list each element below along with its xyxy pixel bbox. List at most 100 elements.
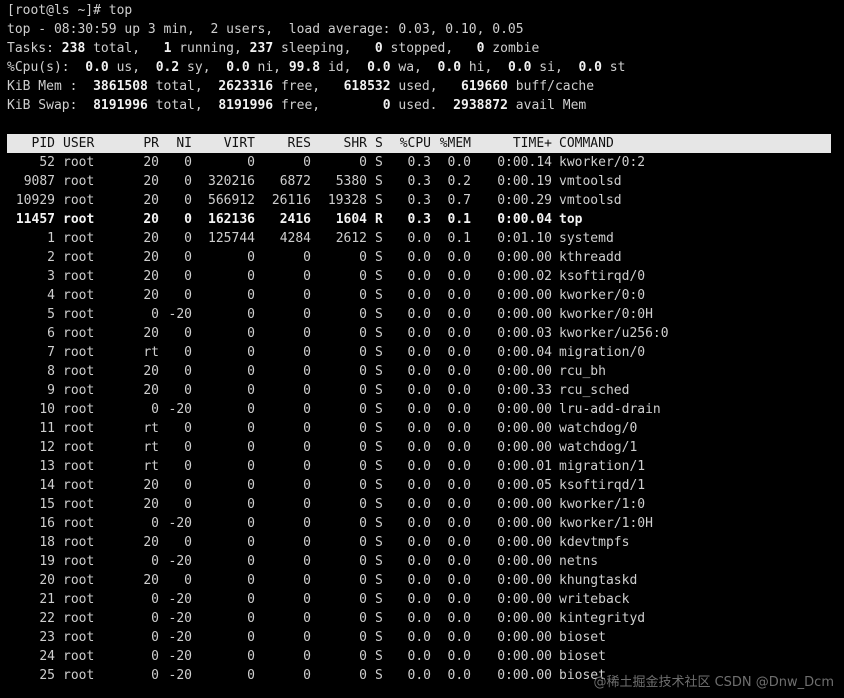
process-s: S <box>375 155 383 170</box>
process-ni: 0 <box>184 250 192 265</box>
process-s: S <box>375 535 383 550</box>
column-header-row: PID USER PR NI VIRT RES SHR S %CPU %MEM … <box>0 134 844 153</box>
process-virt: 0 <box>247 668 255 683</box>
col-pr: PR <box>143 136 159 151</box>
process-pr: rt <box>143 459 159 474</box>
process-cpu: 0.0 <box>407 326 431 341</box>
process-time: 0:00.00 <box>497 440 552 455</box>
process-shr: 0 <box>359 250 367 265</box>
process-command: rcu_sched <box>559 383 630 398</box>
process-row: 52 root 20 0 0 0 0 S 0.3 0.0 0:00.14 kworker/0:2 <box>0 153 844 172</box>
process-ni: 0 <box>184 478 192 493</box>
process-command: rcu_bh <box>559 364 606 379</box>
process-row: 13 root rt 0 0 0 0 S 0.0 0.0 0:00.01 migration/1 <box>0 457 844 476</box>
process-user: root <box>63 611 95 626</box>
process-pr: 20 <box>143 250 159 265</box>
process-user: root <box>63 250 95 265</box>
process-user: root <box>63 288 95 303</box>
process-command: kintegrityd <box>559 611 646 626</box>
process-pid: 23 <box>39 630 55 645</box>
process-pr: 20 <box>143 193 159 208</box>
process-pr: 20 <box>143 155 159 170</box>
process-row: 11457 root 20 0 162136 2416 1604 R 0.3 0.1 0:00.04… <box>0 210 844 229</box>
process-user: root <box>63 668 95 683</box>
process-pid: 4 <box>47 288 55 303</box>
process-ni: 0 <box>184 383 192 398</box>
process-time: 0:00.29 <box>497 193 552 208</box>
col-command: COMMAND <box>559 136 614 151</box>
process-command: ksoftirqd/1 <box>559 478 646 493</box>
process-res: 0 <box>303 478 311 493</box>
process-mem: 0.0 <box>447 307 471 322</box>
process-res: 0 <box>303 307 311 322</box>
process-time: 0:00.00 <box>497 516 552 531</box>
process-user: root <box>63 307 95 322</box>
process-pid: 6 <box>47 326 55 341</box>
process-s: S <box>375 649 383 664</box>
col-res: RES <box>287 136 311 151</box>
process-time: 0:00.00 <box>497 364 552 379</box>
process-virt: 0 <box>247 611 255 626</box>
process-cpu: 0.0 <box>407 250 431 265</box>
process-pid: 19 <box>39 554 55 569</box>
cpu-line: %Cpu(s): 0.0 us, 0.2 sy, 0.0 ni, 99.8 id… <box>7 60 626 75</box>
process-mem: 0.0 <box>447 364 471 379</box>
process-time: 0:01.10 <box>497 231 552 246</box>
process-shr: 2612 <box>335 231 367 246</box>
process-res: 26116 <box>271 193 311 208</box>
tasks-line: Tasks: 238 total, 1 running, 237 sleepin… <box>7 41 540 56</box>
process-res: 0 <box>303 573 311 588</box>
process-ni: -20 <box>168 402 192 417</box>
process-mem: 0.1 <box>447 212 471 227</box>
process-cpu: 0.0 <box>407 497 431 512</box>
process-s: S <box>375 231 383 246</box>
process-shr: 0 <box>359 554 367 569</box>
process-ni: 0 <box>184 155 192 170</box>
process-s: S <box>375 516 383 531</box>
col-user: USER <box>63 136 95 151</box>
process-pid: 15 <box>39 497 55 512</box>
process-ni: -20 <box>168 554 192 569</box>
process-time: 0:00.00 <box>497 402 552 417</box>
process-pid: 10929 <box>15 193 55 208</box>
process-user: root <box>63 421 95 436</box>
process-s: S <box>375 440 383 455</box>
process-row: 14 root 20 0 0 0 0 S 0.0 0.0 0:00.05 ksoftirqd/1 <box>0 476 844 495</box>
process-res: 0 <box>303 668 311 683</box>
process-shr: 0 <box>359 288 367 303</box>
process-ni: 0 <box>184 212 192 227</box>
process-mem: 0.7 <box>447 193 471 208</box>
process-ni: 0 <box>184 535 192 550</box>
process-time: 0:00.00 <box>497 611 552 626</box>
process-pr: 20 <box>143 573 159 588</box>
process-pr: 0 <box>151 668 159 683</box>
process-command: kdevtmpfs <box>559 535 630 550</box>
process-ni: 0 <box>184 174 192 189</box>
process-s: S <box>375 307 383 322</box>
process-cpu: 0.0 <box>407 611 431 626</box>
process-s: S <box>375 592 383 607</box>
process-time: 0:00.03 <box>497 326 552 341</box>
process-pid: 11457 <box>15 212 55 227</box>
process-pr: 0 <box>151 516 159 531</box>
process-pr: 20 <box>143 174 159 189</box>
process-pr: 20 <box>143 497 159 512</box>
uptime-line: top - 08:30:59 up 3 min, 2 users, load a… <box>7 22 524 37</box>
process-user: root <box>63 535 95 550</box>
process-shr: 0 <box>359 155 367 170</box>
terminal-window[interactable]: [root@ls ~]# top top - 08:30:59 up 3 min… <box>0 0 844 698</box>
process-virt: 0 <box>247 250 255 265</box>
process-time: 0:00.00 <box>497 497 552 512</box>
process-res: 2416 <box>279 212 311 227</box>
process-virt: 0 <box>247 459 255 474</box>
process-time: 0:00.33 <box>497 383 552 398</box>
process-mem: 0.0 <box>447 250 471 265</box>
process-mem: 0.0 <box>447 497 471 512</box>
process-virt: 320216 <box>208 174 255 189</box>
process-cpu: 0.3 <box>407 212 431 227</box>
process-res: 4284 <box>279 231 311 246</box>
process-cpu: 0.0 <box>407 402 431 417</box>
process-pid: 3 <box>47 269 55 284</box>
process-time: 0:00.00 <box>497 554 552 569</box>
process-shr: 0 <box>359 535 367 550</box>
